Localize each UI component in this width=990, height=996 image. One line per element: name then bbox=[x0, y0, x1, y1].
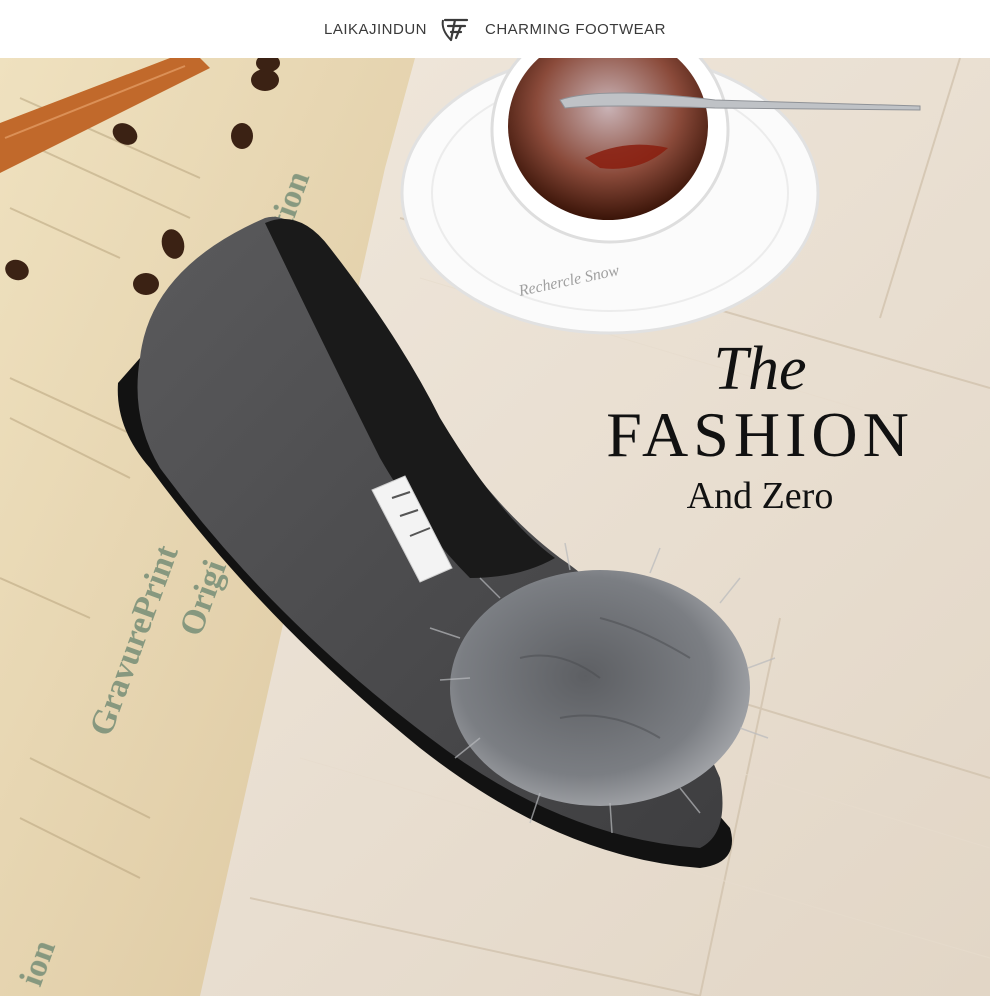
headline-fashion: FASHION bbox=[606, 399, 914, 470]
brand-tagline: CHARMING FOOTWEAR bbox=[485, 20, 667, 38]
headline-and-zero: And Zero bbox=[686, 475, 834, 517]
fur-pompom bbox=[450, 570, 750, 806]
photo-illustration: GravurePrint ection Origi ion Rechercle … bbox=[0, 58, 990, 996]
headline-the: The bbox=[713, 335, 807, 403]
headline-block: The FASHION And Zero bbox=[600, 338, 920, 522]
header-bar: LAIKAJINDUN CHARMING FOOTWEAR bbox=[0, 0, 990, 58]
brand-name: LAIKAJINDUN bbox=[323, 20, 428, 38]
stylized-leaf-logo-icon bbox=[441, 18, 469, 42]
product-photo: GravurePrint ection Origi ion Rechercle … bbox=[0, 58, 990, 996]
